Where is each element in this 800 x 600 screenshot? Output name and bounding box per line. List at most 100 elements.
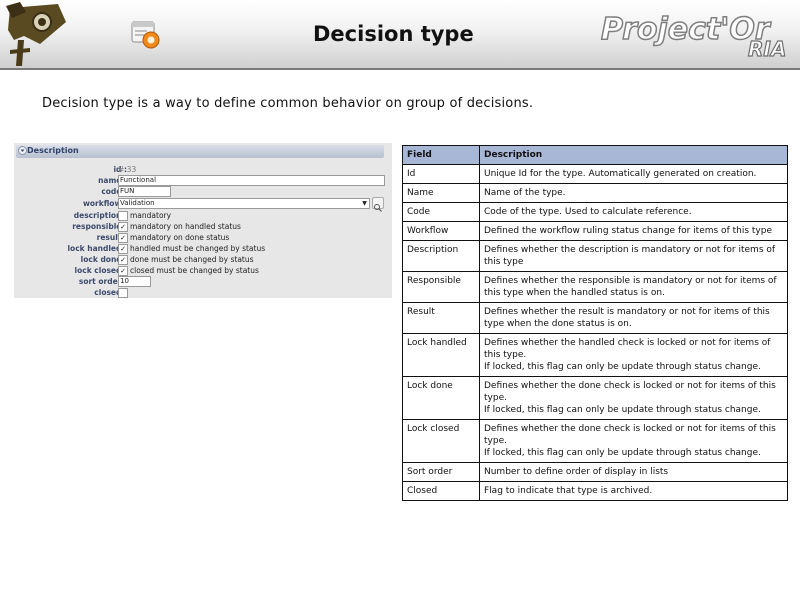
form-row: description : mandatory — [14, 211, 392, 222]
checkbox-label: done must be changed by status — [130, 255, 254, 264]
field-cell: Closed — [402, 481, 480, 501]
workflow-select[interactable]: Validation ▼ — [118, 198, 370, 209]
description-line: Defines whether the responsible is manda… — [484, 276, 777, 298]
description-line: Defines whether the done check is locked… — [484, 381, 776, 403]
field-cell: Responsible — [402, 271, 480, 303]
description-cell: Defines whether the handled check is loc… — [479, 333, 788, 377]
description-line: If locked, this flag can only be update … — [484, 448, 761, 458]
page-title: Decision type — [313, 22, 474, 46]
table-header-row: Field Description — [402, 145, 788, 165]
description-cell: Defined the workflow ruling status chang… — [479, 221, 788, 241]
description-line: Flag to indicate that type is archived. — [484, 486, 653, 496]
table-row: Sort order Number to define order of disp… — [402, 462, 788, 482]
checkbox-label: mandatory — [130, 211, 172, 220]
form-row: name : Functional — [14, 175, 392, 187]
description-line: Defined the workflow ruling status chang… — [484, 226, 772, 236]
field-cell: Lock done — [402, 376, 480, 420]
text-input[interactable]: Functional — [118, 175, 385, 186]
select-value: Validation — [120, 199, 155, 207]
check-mark-icon: ✓ — [120, 256, 126, 264]
form-row: code : FUN — [14, 186, 392, 198]
description-line: Name of the type. — [484, 188, 566, 198]
table-row: Code Code of the type. Used to calculate … — [402, 202, 788, 222]
checkbox-checked[interactable]: ✓ — [118, 244, 128, 254]
field-cell: Sort order — [402, 462, 480, 482]
form-row: lock done : ✓ done must be changed by stat… — [14, 255, 392, 266]
field-cell: Id — [402, 164, 480, 184]
description-cell: Defines whether the result is mandatory … — [479, 302, 788, 334]
table-body: Id Unique Id for the type. Automatically … — [402, 164, 788, 501]
table-row: Lock closed Defines whether the done chec… — [402, 419, 788, 463]
column-header-field: Field — [402, 145, 480, 165]
description-line: Defines whether the handled check is loc… — [484, 338, 771, 360]
checkbox-checked[interactable]: ✓ — [118, 222, 128, 232]
id-value: # 33 — [118, 165, 137, 174]
check-mark-icon: ✓ — [120, 267, 126, 275]
table-row: Result Defines whether the result is mand… — [402, 302, 788, 334]
table-row: Description Defines whether the descripti… — [402, 240, 788, 272]
form-row: lock closed : ✓ closed must be changed by … — [14, 266, 392, 277]
field-cell: Lock handled — [402, 333, 480, 377]
field-cell: Name — [402, 183, 480, 203]
collapse-arrow-icon[interactable] — [18, 146, 27, 155]
table-row: Lock done Defines whether the done check … — [402, 376, 788, 420]
description-cell: Defines whether the description is manda… — [479, 240, 788, 272]
dropdown-arrow-icon[interactable]: ▼ — [361, 200, 368, 207]
checkbox-label: closed must be changed by status — [130, 266, 259, 275]
projector-ria-logo-icon: Project'Or RIA — [600, 11, 787, 61]
svg-text:RIA: RIA — [748, 37, 786, 61]
search-button[interactable] — [372, 197, 384, 212]
field-cell: Lock closed — [402, 419, 480, 463]
description-line: If locked, this flag can only be update … — [484, 362, 761, 372]
svg-text:Project'Or: Project'Or — [601, 12, 772, 47]
description-line: Defines whether the done check is locked… — [484, 424, 776, 446]
description-line: Code of the type. Used to calculate refe… — [484, 207, 692, 217]
description-cell: Code of the type. Used to calculate refe… — [479, 202, 788, 222]
decision-type-form-screenshot: Description id : # 33 name : Functional code… — [14, 143, 392, 298]
form-row: sort order :10 — [14, 276, 392, 288]
description-cell: Number to define order of display in lis… — [479, 462, 788, 482]
description-cell: Defines whether the responsible is manda… — [479, 271, 788, 303]
checkbox-label: mandatory on handled status — [130, 222, 241, 231]
description-line: Defines whether the result is mandatory … — [484, 307, 770, 329]
field-cell: Result — [402, 302, 480, 334]
field-cell: Code — [402, 202, 480, 222]
description-line: Number to define order of display in lis… — [484, 467, 669, 477]
section-title: Description — [27, 146, 79, 155]
projector-camera-logo-icon — [6, 2, 66, 66]
check-mark-icon: ✓ — [120, 234, 126, 242]
table-row: Lock handled Defines whether the handled … — [402, 333, 788, 377]
description-cell: Flag to indicate that type is archived. — [479, 481, 788, 501]
checkbox-label: mandatory on done status — [130, 233, 230, 242]
checkbox-checked[interactable]: ✓ — [118, 255, 128, 265]
check-mark-icon: ✓ — [120, 223, 126, 231]
description-line: If locked, this flag can only be update … — [484, 405, 761, 415]
form-row: workflow : Validation ▼ — [14, 197, 392, 212]
form-row: result : ✓ mandatory on done status — [14, 233, 392, 244]
description-line: Defines whether the description is manda… — [484, 245, 776, 267]
checkbox[interactable] — [118, 211, 128, 221]
description-cell: Defines whether the done check is locked… — [479, 419, 788, 463]
field-description-table: Field Description Id Unique Id for the ty… — [402, 145, 788, 501]
checkbox[interactable] — [118, 288, 128, 298]
column-header-description: Description — [479, 145, 788, 165]
table-row: Workflow Defined the workflow ruling stat… — [402, 221, 788, 241]
text-input[interactable]: FUN — [118, 186, 171, 197]
app-window-icon — [131, 21, 160, 49]
field-cell: Description — [402, 240, 480, 272]
description-cell: Name of the type. — [479, 183, 788, 203]
check-mark-icon: ✓ — [120, 245, 126, 253]
description-cell: Unique Id for the type. Automatically ge… — [479, 164, 788, 184]
checkbox-checked[interactable]: ✓ — [118, 266, 128, 276]
page-header: Decision type Project'Or RIA — [0, 0, 800, 70]
checkbox-label: handled must be changed by status — [130, 244, 266, 253]
intro-text: Decision type is a way to define common … — [42, 96, 534, 111]
form-row: lock handled : ✓ handled must be changed b… — [14, 244, 392, 255]
text-input[interactable]: 10 — [118, 276, 151, 287]
table-row: Responsible Defines whether the responsib… — [402, 271, 788, 303]
section-header-description[interactable]: Description — [16, 145, 384, 158]
field-cell: Workflow — [402, 221, 480, 241]
checkbox-checked[interactable]: ✓ — [118, 233, 128, 243]
form-row: closed : — [14, 288, 392, 299]
form-row: responsible : ✓ mandatory on handled statu… — [14, 222, 392, 233]
